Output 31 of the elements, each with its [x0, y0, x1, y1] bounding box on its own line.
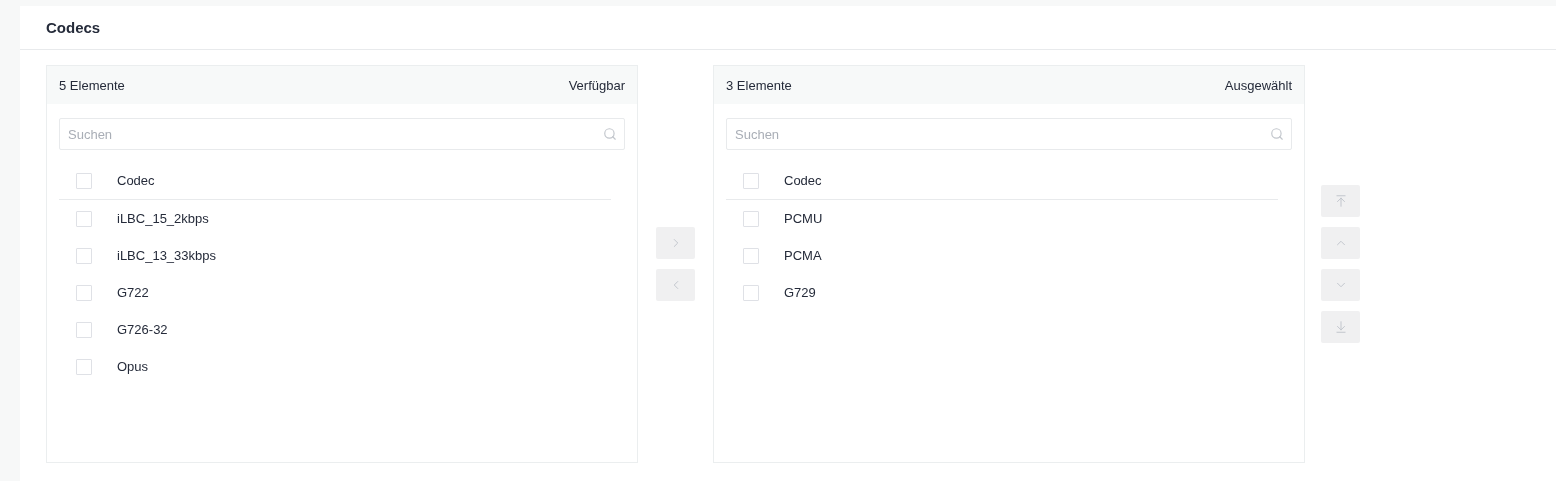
list-item: G726-32: [117, 322, 168, 337]
panel-title: Ausgewählt: [1224, 77, 1292, 93]
arrow-to-bottom-icon: [1333, 320, 1348, 334]
item-count: 3 Elemente: [726, 77, 792, 93]
select-all-checkbox[interactable]: [76, 172, 92, 189]
column-header: Codec: [784, 173, 822, 188]
arrow-to-top-icon: [1333, 194, 1348, 208]
section-title: Codecs: [46, 19, 101, 36]
checkbox[interactable]: [743, 210, 759, 227]
list-item: G722: [117, 285, 149, 300]
checkbox[interactable]: [76, 284, 92, 301]
checkbox[interactable]: [76, 210, 92, 227]
checkbox[interactable]: [76, 247, 92, 264]
search-icon: [603, 127, 617, 141]
checkbox[interactable]: [76, 321, 92, 338]
search-icon: [1270, 127, 1284, 141]
list-item: PCMU: [784, 211, 823, 226]
select-all-checkbox[interactable]: [743, 172, 759, 189]
search-field[interactable]: Suchen: [59, 118, 625, 150]
checkbox[interactable]: [743, 247, 759, 264]
checkbox[interactable]: [743, 284, 759, 301]
list-item: Opus: [117, 359, 149, 374]
checkbox[interactable]: [76, 358, 92, 375]
list-item: iLBC_13_33kbps: [117, 248, 217, 263]
panel-title: Verfügbar: [568, 77, 625, 93]
item-count: 5 Elemente: [59, 77, 125, 93]
list-item: iLBC_15_2kbps: [117, 211, 209, 226]
list-item: PCMA: [784, 248, 822, 263]
list-item: G729: [784, 285, 816, 300]
column-header: Codec: [117, 173, 155, 188]
search-field[interactable]: Suchen: [726, 118, 1292, 150]
